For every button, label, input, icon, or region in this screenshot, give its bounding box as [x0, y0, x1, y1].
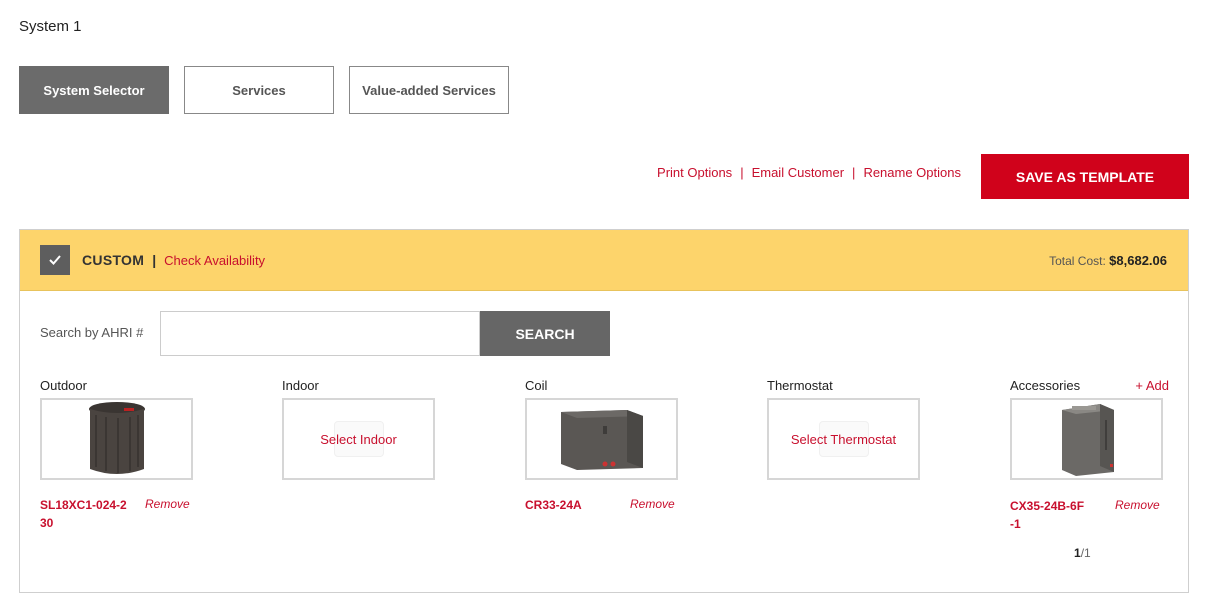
coil-remove-link[interactable]: Remove	[630, 497, 675, 511]
header-divider: |	[152, 252, 157, 268]
ahri-search-input[interactable]	[160, 311, 480, 356]
select-thermostat-link[interactable]: Select Thermostat	[791, 432, 896, 447]
search-button[interactable]: SEARCH	[480, 311, 610, 356]
panel-header: CUSTOM | Check Availability Total Cost: …	[20, 230, 1188, 291]
pagination: 1/1	[1074, 546, 1091, 560]
coil-model[interactable]: CR33-24A	[525, 496, 582, 514]
link-separator: |	[852, 165, 856, 180]
select-indoor-link[interactable]: Select Indoor	[320, 432, 397, 447]
print-options-link[interactable]: Print Options	[657, 165, 732, 180]
accessory-model-line2[interactable]: -1	[1010, 515, 1021, 533]
tab-system-selector[interactable]: System Selector	[19, 66, 169, 114]
save-as-template-button[interactable]: SAVE AS TEMPLATE	[981, 154, 1189, 199]
outdoor-model-line2[interactable]: 30	[40, 514, 53, 532]
add-accessory-link[interactable]: + Add	[1135, 378, 1169, 393]
outdoor-image-box[interactable]	[40, 398, 193, 480]
search-label: Search by AHRI #	[40, 325, 144, 340]
accessories-column: Accessories + Add CX35-24B-6F -1 Remove	[1010, 378, 1169, 531]
custom-checkbox[interactable]	[40, 245, 70, 275]
check-icon	[49, 255, 61, 265]
total-cost-label: Total Cost:	[1049, 254, 1106, 268]
thermostat-title: Thermostat	[767, 378, 833, 393]
pager-current: 1	[1074, 546, 1081, 560]
thermostat-select-box[interactable]: Select Thermostat	[767, 398, 920, 480]
check-availability-link[interactable]: Check Availability	[164, 253, 265, 268]
outdoor-unit-image	[88, 402, 145, 474]
outdoor-model-line1[interactable]: SL18XC1-024-2	[40, 496, 127, 514]
option-links: Print Options | Email Customer | Rename …	[657, 165, 961, 180]
indoor-title: Indoor	[282, 378, 319, 393]
accessory-image-box[interactable]	[1010, 398, 1163, 480]
thermostat-column: Thermostat Select Thermostat	[767, 378, 922, 480]
indoor-select-box[interactable]: Select Indoor	[282, 398, 435, 480]
system-title: System 1	[19, 18, 82, 35]
total-cost-value: $8,682.06	[1109, 253, 1167, 268]
coil-image	[560, 410, 643, 470]
custom-label: CUSTOM	[82, 252, 145, 268]
system-panel: CUSTOM | Check Availability Total Cost: …	[19, 229, 1189, 593]
accessory-image	[1061, 404, 1114, 476]
coil-column: Coil CR33-24A Remove	[525, 378, 680, 512]
total-cost: Total Cost: $8,682.06	[1049, 253, 1167, 268]
tab-value-added-services[interactable]: Value-added Services	[349, 66, 509, 114]
coil-title: Coil	[525, 378, 548, 393]
coil-image-box[interactable]	[525, 398, 678, 480]
outdoor-remove-link[interactable]: Remove	[145, 497, 190, 511]
email-customer-link[interactable]: Email Customer	[752, 165, 844, 180]
link-separator: |	[740, 165, 744, 180]
accessory-remove-link[interactable]: Remove	[1115, 498, 1160, 512]
indoor-column: Indoor Select Indoor	[282, 378, 437, 480]
accessory-model-line1[interactable]: CX35-24B-6F	[1010, 497, 1084, 515]
rename-options-link[interactable]: Rename Options	[863, 165, 961, 180]
pager-total: /1	[1080, 546, 1091, 560]
tab-services[interactable]: Services	[184, 66, 334, 114]
outdoor-column: Outdoor SL18XC1-024-2 30 Remove	[40, 378, 195, 530]
outdoor-title: Outdoor	[40, 378, 87, 393]
